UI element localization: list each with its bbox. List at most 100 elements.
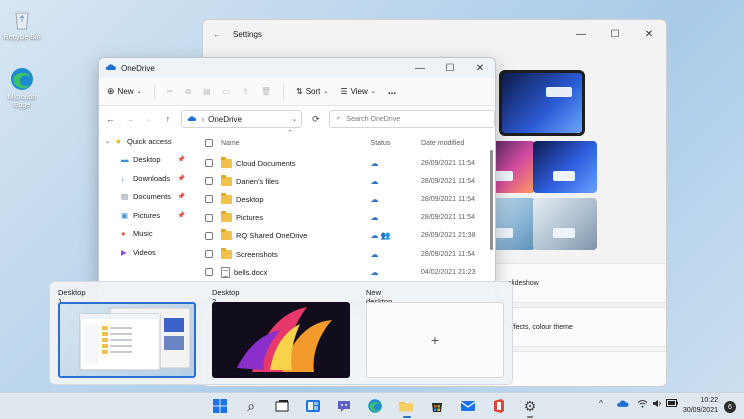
table-row[interactable]: Desktop ☁ 28/09/2021 11:54: [197, 190, 489, 208]
minimize-button[interactable]: —: [405, 58, 435, 78]
table-row[interactable]: bells.docx ☁ 04/02/2021 21:23: [197, 263, 489, 281]
virtual-desktop-thumbnail[interactable]: [58, 302, 196, 378]
copy-button[interactable]: ⧉: [185, 87, 191, 97]
desktop-icon-edge[interactable]: Microsoft Edge: [0, 66, 44, 110]
folder-icon: [221, 211, 232, 223]
plus-icon: +: [430, 332, 440, 348]
office-icon[interactable]: [490, 397, 508, 415]
nav-item-pictures[interactable]: ▣ Pictures 📌: [99, 206, 191, 225]
file-date: 28/09/2021 11:54: [421, 250, 476, 258]
table-row[interactable]: Pictures ☁ 28/09/2021 11:54: [197, 209, 489, 227]
forward-arrow-icon[interactable]: →: [124, 114, 135, 124]
settings-row-colours[interactable]: effects, colour theme ›: [493, 307, 666, 347]
maximize-button[interactable]: ☐: [435, 58, 465, 78]
maximize-button[interactable]: ☐: [598, 20, 632, 48]
volume-icon[interactable]: [652, 399, 663, 410]
rename-button[interactable]: ▭: [223, 87, 231, 96]
windows-start-icon[interactable]: [211, 397, 229, 415]
chat-icon[interactable]: [335, 397, 353, 415]
folder-icon[interactable]: [397, 397, 415, 415]
mail-icon[interactable]: [459, 397, 477, 415]
close-button[interactable]: ✕: [465, 58, 495, 78]
gear-icon[interactable]: ⚙: [521, 397, 539, 415]
search-icon[interactable]: ⌕: [242, 397, 260, 415]
onedrive-icon: [105, 63, 117, 73]
settings-title: Settings: [233, 29, 262, 39]
battery-icon[interactable]: [666, 399, 678, 409]
wifi-icon[interactable]: [637, 399, 648, 410]
search-placeholder: Search OneDrive: [346, 115, 401, 123]
clock-time: 10:22: [700, 397, 718, 404]
column-header-name[interactable]: Name: [221, 140, 371, 147]
back-arrow-icon[interactable]: ←: [105, 114, 116, 124]
clock[interactable]: 10:22 30/09/2021: [683, 396, 718, 416]
cloud-status-icon: ☁: [370, 158, 379, 168]
up-arrow-icon[interactable]: ↑: [162, 114, 173, 124]
cloud-status-icon: ☁: [370, 249, 379, 259]
nav-item-videos[interactable]: ▶ Videos: [99, 243, 191, 262]
delete-button[interactable]: 🗑: [261, 87, 271, 96]
file-name: RQ Shared OneDrive: [236, 231, 308, 241]
virtual-desktop-thumbnail[interactable]: [212, 302, 350, 378]
widgets-icon[interactable]: [304, 397, 322, 415]
row-checkbox[interactable]: [205, 195, 213, 204]
edge-icon[interactable]: [366, 397, 384, 415]
column-header-status[interactable]: Status: [371, 140, 422, 147]
breadcrumb[interactable]: OneDrive: [208, 115, 242, 124]
desktop-icon: ▬: [121, 155, 129, 165]
close-button[interactable]: ✕: [632, 20, 666, 48]
table-row[interactable]: RQ Shared OneDrive ☁ 👥 28/09/2021 21:38: [197, 227, 489, 245]
table-row[interactable]: Cloud Documents ☁ 28/09/2021 11:54: [197, 154, 489, 172]
onedrive-tray-icon[interactable]: [616, 399, 630, 410]
nav-item-quick-access[interactable]: ⌄ ★ Quick access: [99, 132, 191, 151]
chevron-down-icon: ⌄: [370, 89, 376, 95]
cut-button[interactable]: ✂: [167, 87, 174, 96]
share-button[interactable]: ⇪: [242, 87, 249, 96]
nav-item-music[interactable]: ● Music: [99, 225, 191, 244]
search-input[interactable]: ⌕ Search OneDrive: [329, 110, 495, 128]
column-header-date[interactable]: Date modified: [421, 140, 489, 147]
store-icon[interactable]: [428, 397, 446, 415]
table-row[interactable]: Darien's files ☁ 28/09/2021 11:54: [197, 172, 489, 190]
row-checkbox[interactable]: [205, 268, 213, 277]
rename-icon: ▭: [222, 87, 231, 96]
chevron-down-icon: ⌄: [323, 89, 329, 95]
nav-item-downloads[interactable]: ↓ Downloads 📌: [99, 169, 191, 188]
desktop-icon-recycle-bin[interactable]: Recycle Bin: [0, 6, 44, 42]
minimize-button[interactable]: —: [564, 20, 598, 48]
tray-chevron-icon[interactable]: ^: [599, 399, 603, 408]
nav-item-desktop[interactable]: ▬ Desktop 📌: [99, 151, 191, 170]
new-button[interactable]: ⊕ New ⌄: [107, 86, 142, 97]
row-checkbox[interactable]: [205, 250, 213, 259]
row-checkbox[interactable]: [205, 177, 213, 186]
task-view-icon[interactable]: [273, 397, 291, 415]
new-desktop-button[interactable]: +: [366, 302, 504, 378]
file-explorer-window[interactable]: OneDrive — ☐ ✕ ⊕ New ⌄ ✂ ⧉ ▤ ▭ ⇪ 🗑 ⇅ Sor…: [98, 57, 496, 302]
chevron-down-icon: ⌄: [136, 89, 142, 95]
chevron-down-icon[interactable]: ⌄: [292, 115, 298, 123]
nav-item-documents[interactable]: ▤ Documents 📌: [99, 188, 191, 207]
file-date: 28/09/2021 21:38: [421, 232, 476, 240]
address-row: ← → ⌄ ↑ › OneDrive ⌄ ⟳ ⌕ Search OneDrive: [99, 106, 495, 132]
settings-row-background[interactable]: slideshow ›: [493, 263, 666, 303]
settings-row-themes[interactable]: ›: [493, 351, 666, 386]
row-checkbox[interactable]: [205, 159, 213, 168]
table-row[interactable]: Screenshots ☁ 28/09/2021 11:54: [197, 245, 489, 263]
select-all-checkbox[interactable]: [205, 139, 213, 147]
vertical-scrollbar[interactable]: [490, 150, 493, 250]
recent-dropdown-icon[interactable]: ⌄: [143, 116, 154, 123]
copy-icon: ⧉: [185, 86, 192, 96]
notification-badge[interactable]: 6: [724, 401, 736, 413]
theme-thumbnail[interactable]: [533, 141, 597, 193]
row-checkbox[interactable]: [205, 231, 213, 240]
view-button[interactable]: ☰ View ⌄: [340, 87, 375, 96]
paste-button[interactable]: ▤: [203, 87, 211, 96]
back-arrow-icon[interactable]: ←: [213, 30, 227, 39]
theme-thumbnail[interactable]: [533, 198, 597, 250]
sort-button[interactable]: ⇅ Sort ⌄: [296, 87, 328, 96]
nav-label: Downloads: [133, 173, 171, 183]
refresh-icon[interactable]: ⟳: [310, 114, 321, 125]
address-bar[interactable]: › OneDrive ⌄: [181, 110, 303, 128]
more-options-button[interactable]: ...: [388, 86, 396, 97]
row-checkbox[interactable]: [205, 213, 213, 222]
